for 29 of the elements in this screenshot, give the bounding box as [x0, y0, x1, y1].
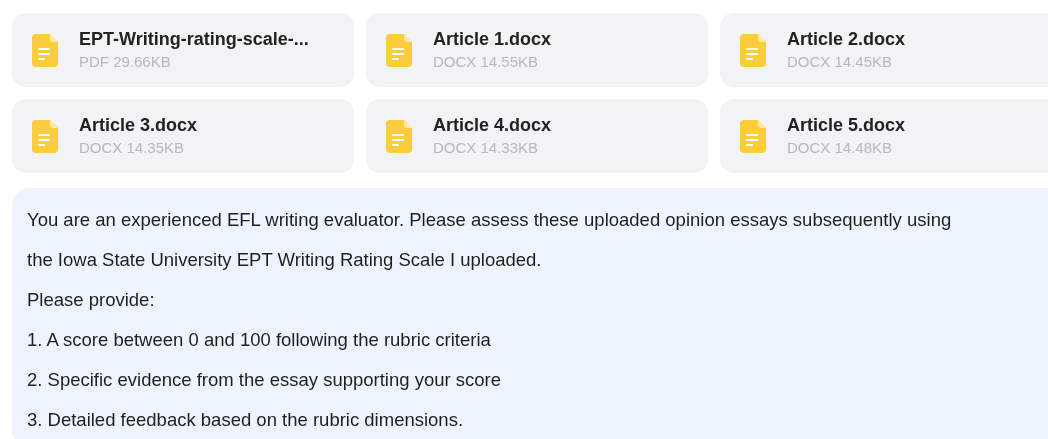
file-meta: DOCX 14.45KB: [787, 52, 894, 72]
message-text: 2. Specific evidence from the essay supporting your score: [27, 368, 503, 392]
message-text: You are an experienced EFL writing evaluator. Please assess these uploaded opinion essays subsequently using the Iowa State University EPT Writing Rating Scale I uploaded.: [27, 208, 953, 272]
file-meta: DOCX 14.35KB: [79, 138, 186, 158]
file-card[interactable]: EPT-Writing-rating-scale-... PDF 29.66KB: [12, 13, 354, 87]
file-name: Article 3.docx: [79, 114, 198, 137]
file-name: Article 5.docx: [787, 114, 906, 137]
message-text: 1. A score between 0 and 100 following the rubric criteria: [27, 328, 492, 352]
file-name: Article 2.docx: [787, 28, 906, 51]
document-icon: [386, 119, 412, 153]
file-meta: PDF 29.66KB: [79, 52, 172, 72]
document-icon: [32, 33, 58, 67]
file-card[interactable]: Article 1.docx DOCX 14.55KB: [366, 13, 708, 87]
file-name: EPT-Writing-rating-scale-...: [79, 28, 309, 51]
file-meta: DOCX 14.55KB: [433, 52, 540, 72]
file-meta: DOCX 14.48KB: [787, 138, 894, 158]
file-meta: DOCX 14.33KB: [433, 138, 540, 158]
document-icon: [740, 33, 766, 67]
document-icon: [386, 33, 412, 67]
file-card[interactable]: Article 3.docx DOCX 14.35KB: [12, 99, 354, 173]
document-icon: [32, 119, 58, 153]
file-name: Article 1.docx: [433, 28, 552, 51]
file-card[interactable]: Article 2.docx DOCX 14.45KB: [720, 13, 1048, 87]
file-name: Article 4.docx: [433, 114, 552, 137]
document-icon: [740, 119, 766, 153]
file-card[interactable]: Article 5.docx DOCX 14.48KB: [720, 99, 1048, 173]
message-text: Please provide:: [27, 288, 156, 312]
file-card[interactable]: Article 4.docx DOCX 14.33KB: [366, 99, 708, 173]
message-text: 3. Detailed feedback based on the rubric dimensions.: [27, 408, 465, 432]
